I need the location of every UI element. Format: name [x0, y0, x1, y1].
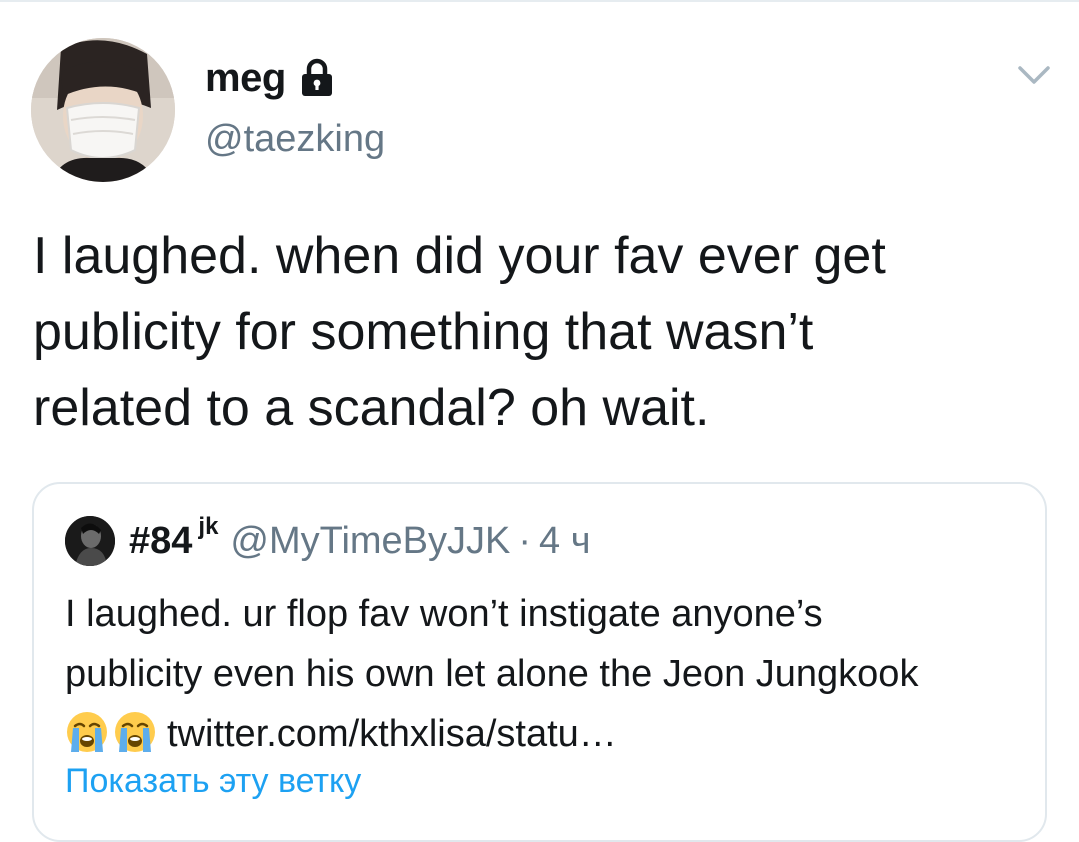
quoted-tweet-header: #84 jk @MyTimeByJJK · 4 ч — [65, 513, 591, 566]
author-display-name[interactable]: meg — [205, 56, 286, 101]
author-name-row[interactable]: meg — [205, 52, 334, 104]
quoted-tweet-card[interactable]: #84 jk @MyTimeByJJK · 4 ч I laughed. ur … — [32, 482, 1047, 842]
chevron-down-icon[interactable] — [1014, 60, 1054, 90]
quoted-tweet-text: I laughed. ur flop fav won’t instigate a… — [65, 584, 1035, 764]
quoted-text-line-1: I laughed. ur flop fav won’t instigate a… — [65, 593, 823, 635]
quoted-handle[interactable]: @MyTimeByJJK — [230, 520, 510, 563]
avatar[interactable] — [31, 38, 175, 182]
separator-dot: · — [518, 519, 532, 562]
quoted-tweet-link[interactable]: twitter.com/kthxlisa/statu… — [167, 713, 617, 755]
avatar-image — [31, 38, 175, 182]
lock-icon — [300, 58, 334, 98]
tweet-text: I laughed. when did your fav ever get pu… — [33, 227, 886, 437]
loudly-crying-face-icon — [113, 710, 157, 754]
quoted-display-name[interactable]: #84 — [129, 520, 192, 563]
loudly-crying-face-icon — [65, 710, 109, 754]
author-handle[interactable]: @taezking — [205, 118, 385, 161]
tweet[interactable]: meg @taezking I laughed. when did your f… — [0, 0, 1079, 842]
show-thread-link[interactable]: Показать эту ветку — [65, 762, 361, 801]
quoted-text-line-2: publicity even his own let alone the Jeo… — [65, 653, 919, 695]
quoted-timestamp[interactable]: 4 ч — [539, 520, 591, 563]
quoted-avatar[interactable] — [65, 516, 115, 566]
quoted-display-name-suffix: jk — [198, 513, 219, 540]
